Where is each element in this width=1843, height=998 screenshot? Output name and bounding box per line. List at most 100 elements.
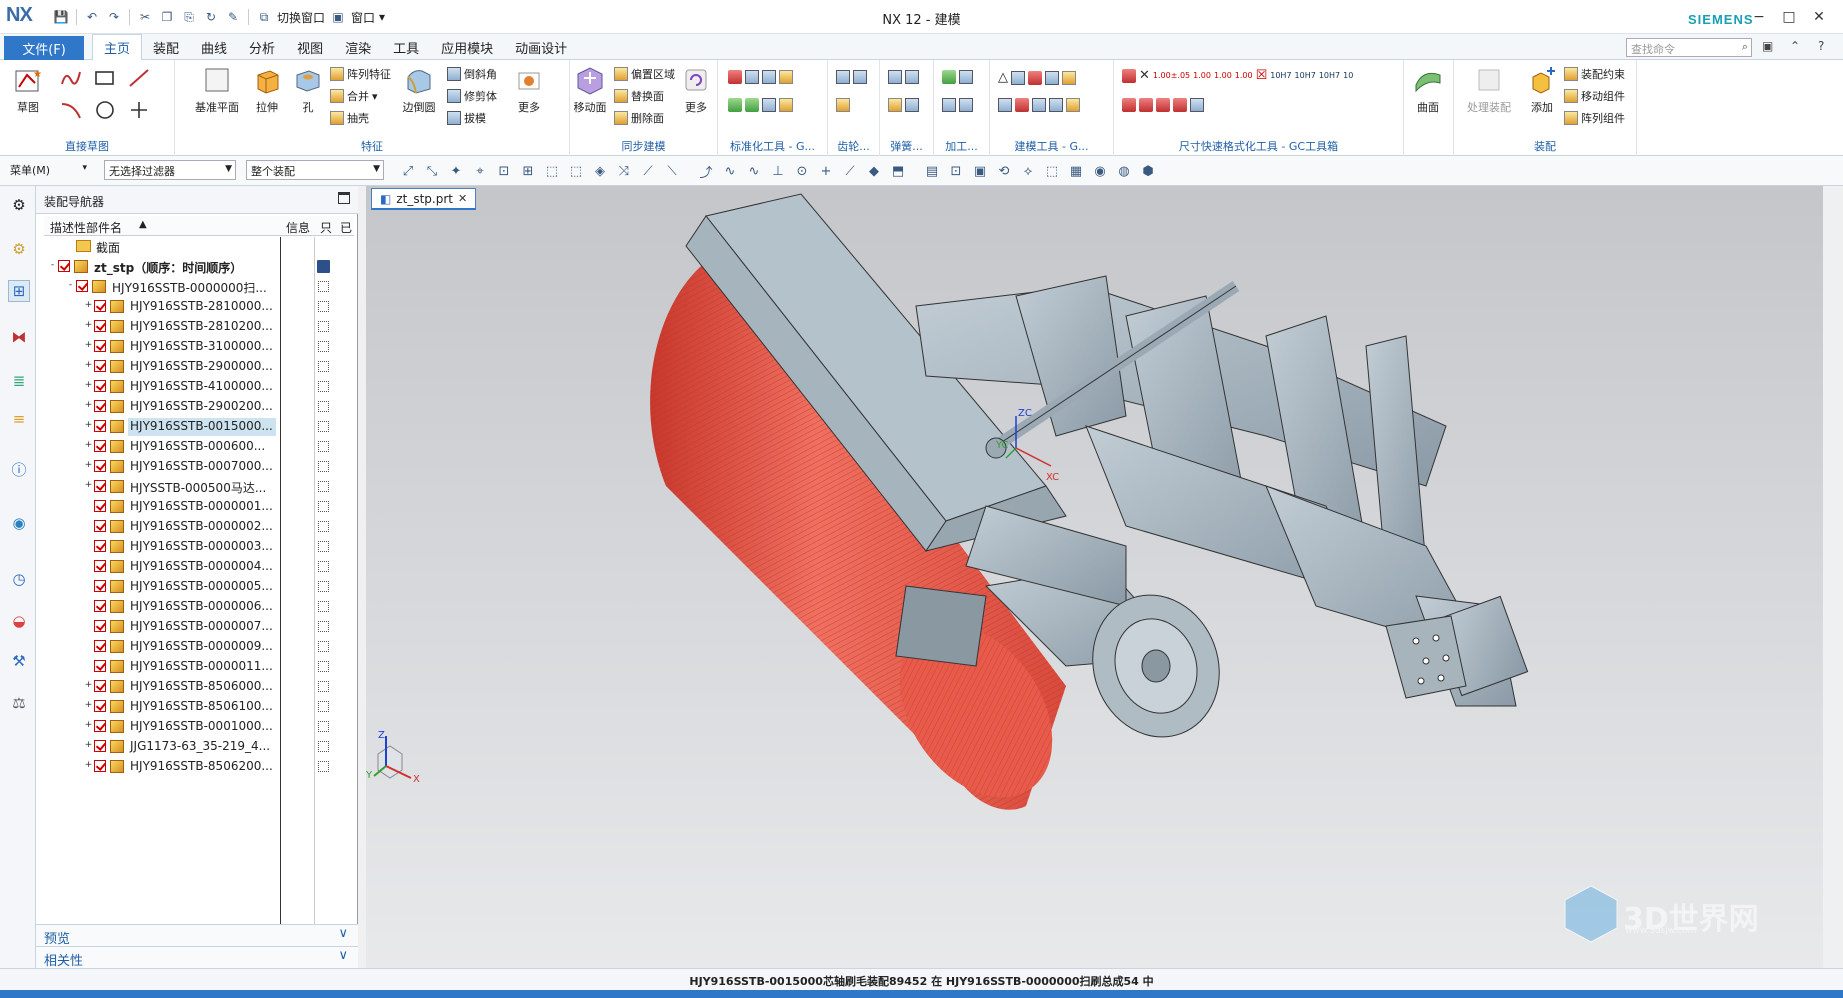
visibility-checkbox[interactable] [94,600,106,612]
window-menu-button[interactable]: 窗口 [351,9,375,26]
part-relations-icon[interactable]: ≣ [8,370,30,392]
extrude-button[interactable]: 拉伸 [247,64,287,115]
dim-tool-icon[interactable]: ✕ 1.00±.05 1.00 1.00 1.00 ☒ 10H7 10H7 10… [1122,68,1353,83]
table-row[interactable]: + HJY916SSTB-0015000... [44,417,354,437]
visibility-checkbox[interactable] [94,300,106,312]
part-navigator-icon[interactable]: ⚙ [8,238,30,260]
tab-0[interactable]: 主页 [92,34,143,60]
tab-8[interactable]: 动画设计 [504,34,578,60]
visibility-checkbox[interactable] [94,620,106,632]
toolbar-tool-icon[interactable]: ◆ [866,163,882,179]
gear-tool-icon[interactable] [836,70,867,84]
table-row[interactable]: HJY916SSTB-0000002... [44,517,354,537]
expand-icon[interactable]: + [84,441,93,451]
table-row[interactable]: + HJY916SSTB-8506000... [44,677,354,697]
table-row[interactable]: HJY916SSTB-0000007... [44,617,354,637]
toolbar-tool-icon[interactable]: ⤢ [400,163,416,179]
settings-icon[interactable]: ⚙ [8,194,30,216]
table-row[interactable]: + HJY916SSTB-2900000... [44,357,354,377]
tab-6[interactable]: 工具 [382,34,430,60]
selection-filter-dropdown[interactable]: 无选择过滤器 ▼ [104,160,236,180]
toolbar-tool-icon[interactable]: ▦ [1068,163,1084,179]
toolbar-tool-icon[interactable]: ⬚ [1044,163,1060,179]
visibility-checkbox[interactable] [94,480,106,492]
maximize-panel-icon[interactable] [338,192,350,204]
toolbar-tool-icon[interactable]: ∿ [722,163,738,179]
graphics-window[interactable]: ◧ zt_stp.prt ✕ ZC XC YC Z X Y 3D世界网 www.… [366,186,1835,968]
toolbar-tool-icon[interactable]: ⤨ [616,163,632,179]
toolbar-tool-icon[interactable]: ⟍ [664,163,680,179]
toolbar-tool-icon[interactable]: ◈ [592,163,608,179]
dim-tool-icon[interactable] [1122,98,1204,112]
assembly-constraint-button[interactable]: 装配约束 [1564,66,1625,82]
touch-mode-icon[interactable]: ✎ [224,8,242,26]
table-row[interactable]: + HJY916SSTB-2810200... [44,317,354,337]
roles-icon[interactable]: ⚒ [8,650,30,672]
expand-icon[interactable]: + [84,421,93,431]
expand-icon[interactable]: + [84,401,93,411]
toolbar-tool-icon[interactable]: ⬒ [890,163,906,179]
tab-2[interactable]: 曲线 [190,34,238,60]
hd3d-tools-icon[interactable]: ⓘ [8,458,30,480]
visibility-checkbox[interactable] [94,700,106,712]
table-row[interactable]: + HJY916SSTB-0007000... [44,457,354,477]
column-name-header[interactable]: 描述性部件名 [50,219,122,236]
table-row[interactable]: + HJY916SSTB-2900200... [44,397,354,417]
circle-icon[interactable] [94,100,116,120]
tab-5[interactable]: 渲染 [334,34,382,60]
draft-button[interactable]: 拔模 [447,110,486,126]
column-modified-header[interactable]: 已 [340,219,352,236]
window-icon[interactable]: ▣ [329,8,347,26]
visibility-checkbox[interactable] [94,560,106,572]
sync-more-button[interactable]: 更多 [676,64,716,115]
spring-tool-icon[interactable] [888,70,919,84]
minimize-button[interactable]: − [1746,6,1772,28]
tab-1[interactable]: 装配 [142,34,190,60]
close-button[interactable]: ✕ [1806,6,1832,28]
table-row[interactable]: HJY916SSTB-0000003... [44,537,354,557]
toolbar-tool-icon[interactable]: ⊞ [520,163,536,179]
window-tile-icon[interactable]: ▣ [1762,39,1773,53]
table-row[interactable]: HJY916SSTB-0000009... [44,637,354,657]
move-face-button[interactable]: 移动面 [570,64,610,115]
pattern-feature-button[interactable]: 阵列特征 [330,66,391,82]
table-row[interactable]: + HJY916SSTB-8506200... [44,757,354,777]
datum-plane-button[interactable]: 基准平面 [195,64,239,115]
toolbar-tool-icon[interactable]: ⊥ [770,163,786,179]
toolbar-tool-icon[interactable]: ▣ [972,163,988,179]
table-row[interactable]: + HJY916SSTB-4100000... [44,377,354,397]
offset-region-button[interactable]: 偏置区域 [614,66,675,82]
visibility-checkbox[interactable] [94,380,106,392]
tree-folder-row[interactable]: 截面 [44,237,354,257]
replace-face-button[interactable]: 替换面 [614,88,664,104]
delete-face-button[interactable]: 删除面 [614,110,664,126]
visibility-checkbox[interactable] [94,680,106,692]
column-info-header[interactable]: 信息 [286,219,310,236]
history-icon[interactable]: ◷ [8,568,30,590]
table-row[interactable]: - zt_stp（顺序：时间顺序） [44,257,354,277]
save-icon[interactable]: 💾 [52,8,70,26]
collapse-icon[interactable]: - [48,261,57,271]
toolbar-tool-icon[interactable]: ⤡ [424,163,440,179]
expand-icon[interactable]: + [84,761,93,771]
std-tool-icon[interactable] [728,70,793,84]
selection-scope-dropdown[interactable]: 整个装配 ▼ [246,160,384,180]
visibility-checkbox[interactable] [94,660,106,672]
visibility-checkbox[interactable] [94,720,106,732]
visibility-checkbox[interactable] [94,740,106,752]
expand-icon[interactable]: + [84,681,93,691]
command-search-input[interactable]: 查找命令 ⌕ [1626,38,1752,57]
table-row[interactable]: + HJY916SSTB-2810000... [44,297,354,317]
paste-icon[interactable]: ⎘ [180,8,198,26]
hole-button[interactable]: 孔 [288,64,328,115]
save-icon[interactable] [317,260,330,273]
copy-icon[interactable]: ❐ [158,8,176,26]
expand-icon[interactable]: + [84,461,93,471]
modeling-tool-icon[interactable]: △ [998,70,1076,85]
table-row[interactable]: HJY916SSTB-0000006... [44,597,354,617]
tab-4[interactable]: 视图 [286,34,334,60]
visibility-checkbox[interactable] [94,340,106,352]
repeat-command-icon[interactable]: ↻ [202,8,220,26]
table-row[interactable]: + HJY916SSTB-3100000... [44,337,354,357]
dependencies-section[interactable]: 相关性 ∨ [36,946,358,969]
